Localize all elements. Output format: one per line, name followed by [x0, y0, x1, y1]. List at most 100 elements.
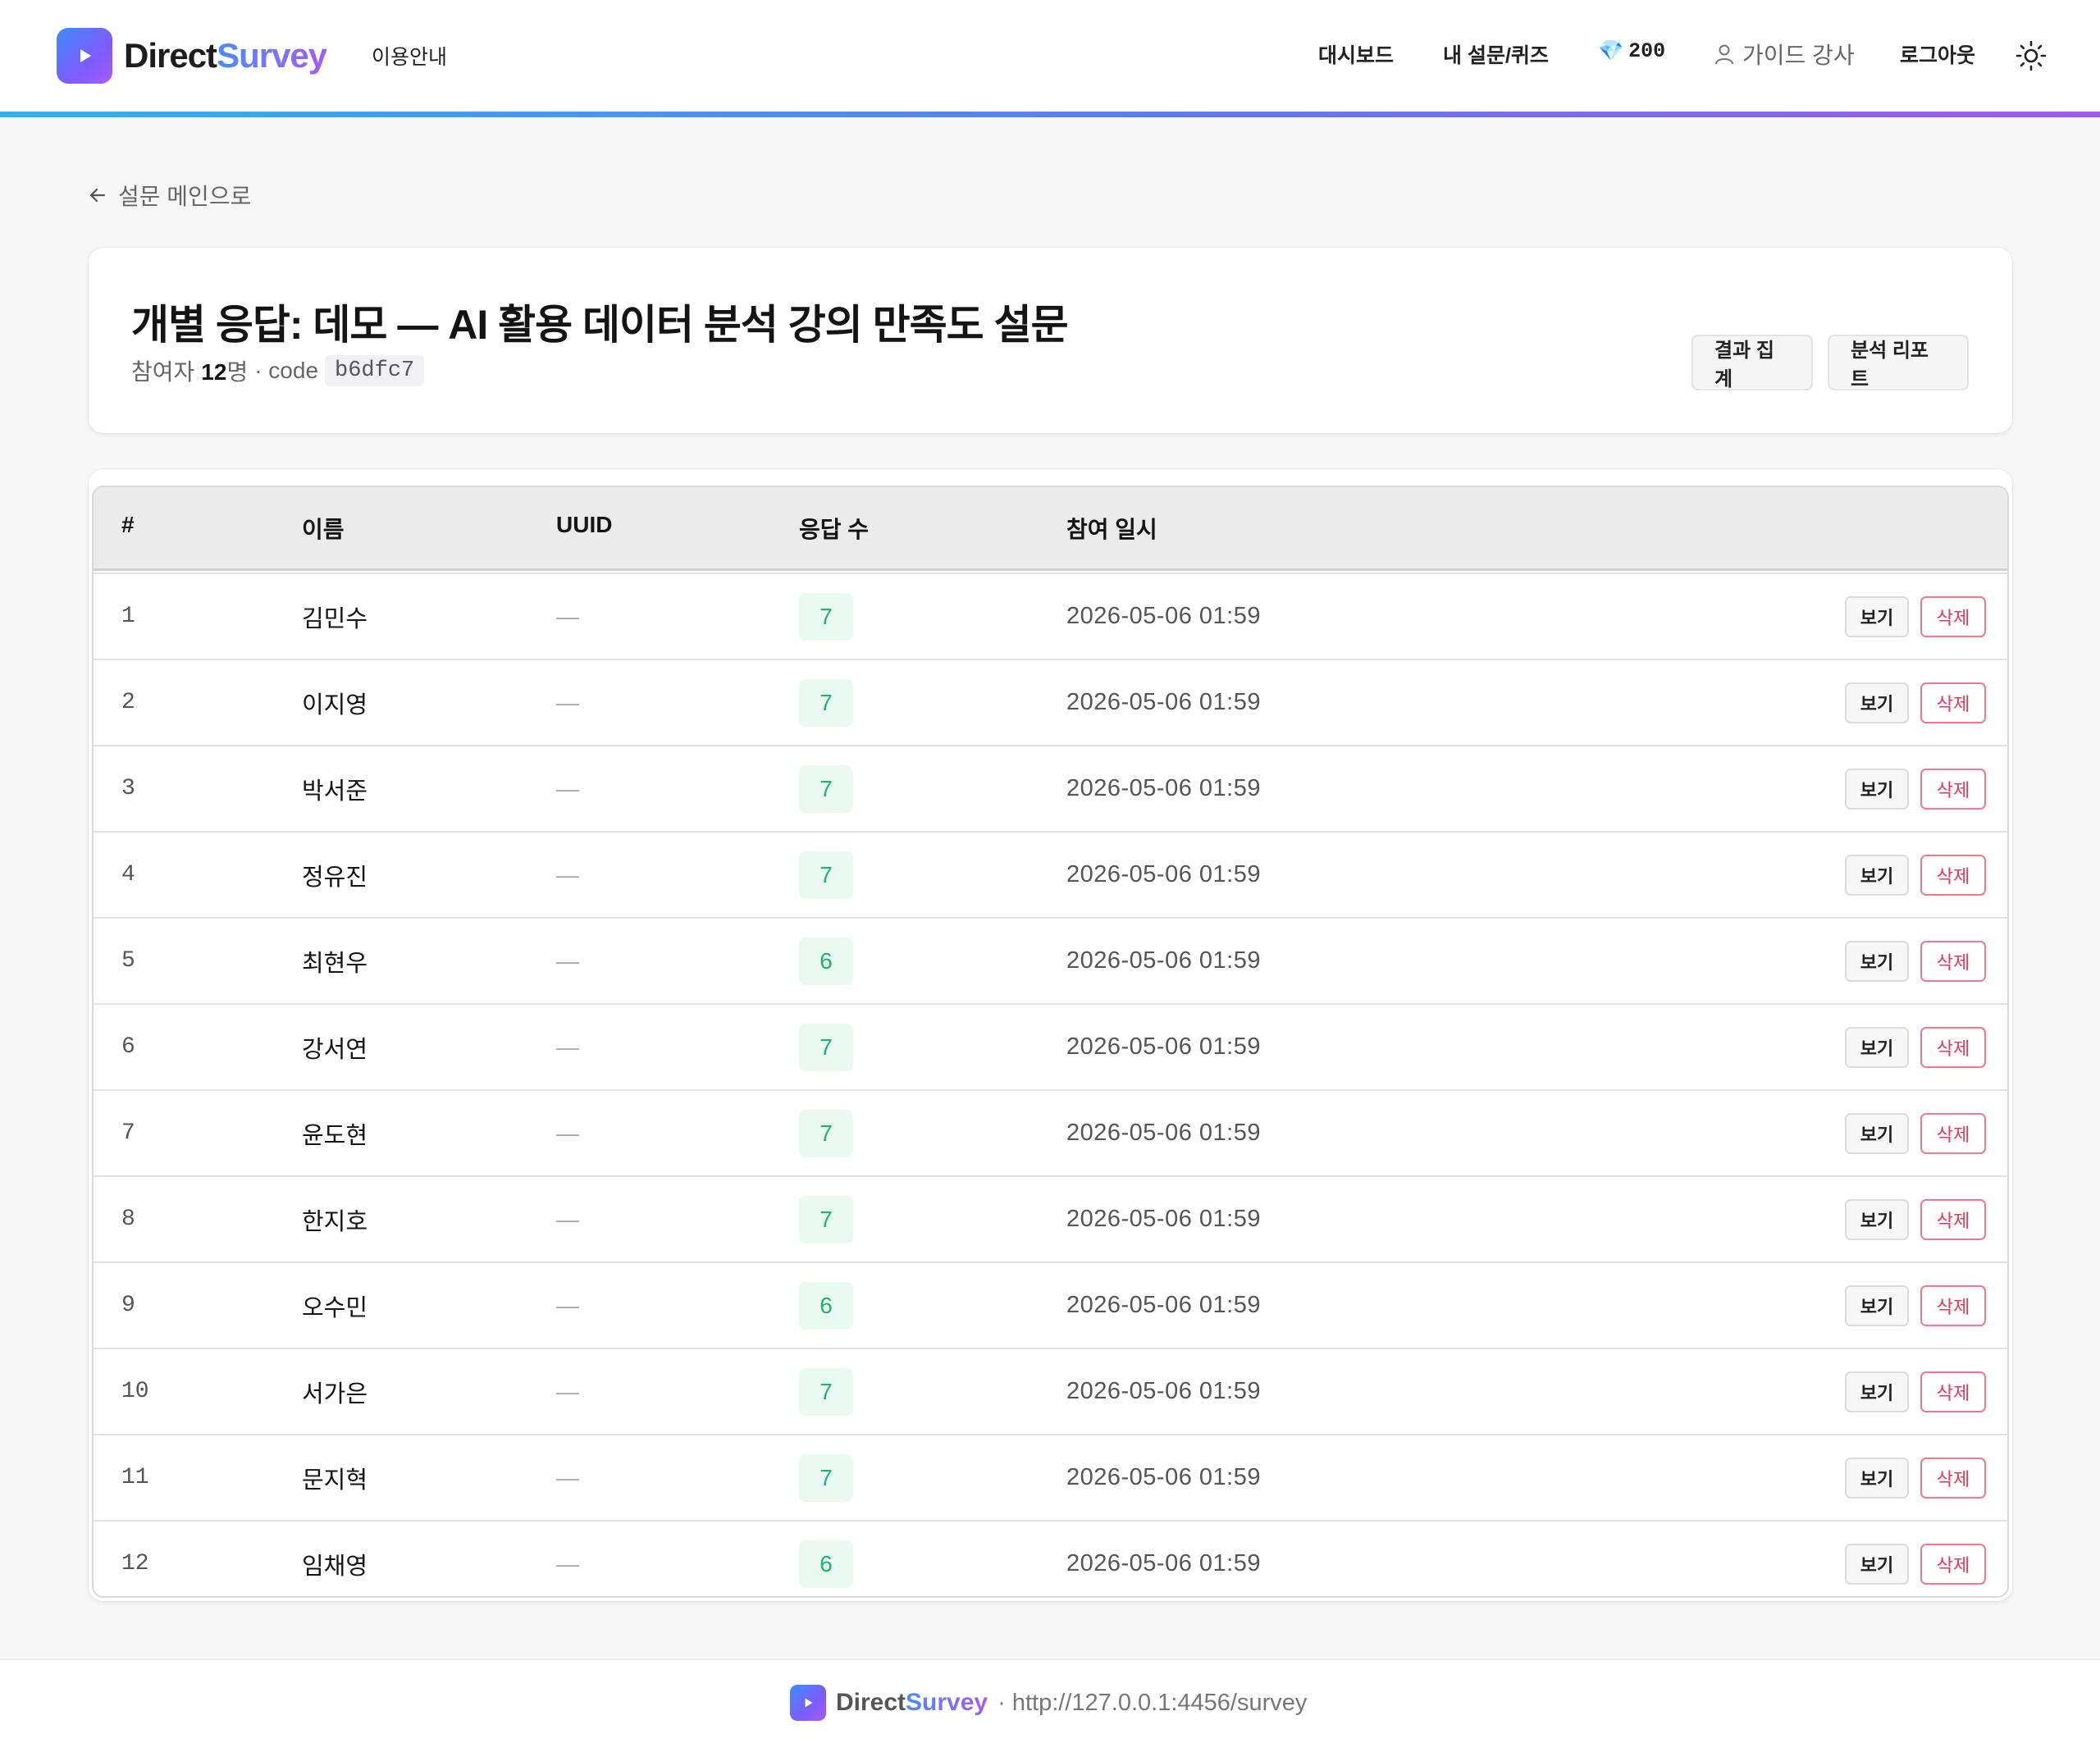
row-actions: 보기 삭제	[1845, 1435, 1986, 1520]
participant-uuid: —	[556, 1550, 579, 1576]
responses-table: # 이름 UUID 응답 수 참여 일시 1 김민수 — 7 2026-05-06 01…	[92, 486, 2009, 1598]
participant-name: 강서연	[302, 1036, 368, 1063]
view-button[interactable]: 보기	[1845, 682, 1909, 723]
survey-code: b6dfc7	[325, 355, 425, 386]
participation-date: 2026-05-06 01:59	[1066, 1206, 1261, 1232]
participant-name: 박서준	[302, 778, 368, 805]
row-number: 3	[121, 776, 135, 801]
footer-url: · http://127.0.0.1:4456/survey	[998, 1689, 1308, 1716]
delete-button[interactable]: 삭제	[1920, 1198, 1986, 1240]
delete-button[interactable]: 삭제	[1920, 1543, 1986, 1585]
response-count-cell: 7	[799, 660, 853, 745]
response-count-badge: 7	[799, 1023, 853, 1071]
table-row: 4 정유진 — 7 2026-05-06 01:59 보기 삭제	[94, 831, 2007, 917]
row-number: 1	[121, 604, 135, 629]
view-button[interactable]: 보기	[1845, 1026, 1909, 1068]
view-button[interactable]: 보기	[1845, 1371, 1909, 1412]
participant-name: 정유진	[302, 864, 368, 891]
footer-content: DirectSurvey · http://127.0.0.1:4456/sur…	[790, 1685, 1307, 1721]
table-row: 3 박서준 — 7 2026-05-06 01:59 보기 삭제	[94, 745, 2007, 831]
table-row: 8 한지호 — 7 2026-05-06 01:59 보기 삭제	[94, 1175, 2007, 1262]
nav-dashboard-link[interactable]: 대시보드	[1318, 39, 1394, 69]
aggregate-results-button[interactable]: 결과 집계	[1691, 335, 1813, 390]
survey-meta: 참여자 12명 · code b6dfc7	[131, 354, 425, 387]
participant-uuid: —	[556, 603, 579, 629]
view-button[interactable]: 보기	[1845, 595, 1909, 637]
participant-name: 오수민	[302, 1294, 368, 1321]
table-row: 5 최현우 — 6 2026-05-06 01:59 보기 삭제	[94, 917, 2007, 1003]
view-button[interactable]: 보기	[1845, 940, 1909, 982]
row-number: 6	[121, 1034, 135, 1060]
response-count-cell: 6	[799, 1522, 853, 1596]
participant-uuid: —	[556, 1120, 579, 1146]
response-count-cell: 6	[799, 919, 853, 1003]
table-row: 7 윤도현 — 7 2026-05-06 01:59 보기 삭제	[94, 1089, 2007, 1175]
table-row: 9 오수민 — 6 2026-05-06 01:59 보기 삭제	[94, 1262, 2007, 1348]
survey-header-card: 개별 응답: 데모 — AI 활용 데이터 분석 강의 만족도 설문 참여자 1…	[89, 248, 2012, 433]
delete-button[interactable]: 삭제	[1920, 940, 1986, 982]
participant-uuid: —	[556, 689, 579, 715]
col-header-num: #	[121, 512, 135, 537]
credits-badge[interactable]: 💎 200	[1598, 39, 1665, 63]
user-menu[interactable]: 가이드 강사	[1714, 38, 1855, 71]
response-count-badge: 7	[799, 1367, 853, 1416]
arrow-left-icon	[89, 188, 106, 203]
header-accent-bar	[0, 112, 2100, 117]
footer-brand: DirectSurvey	[836, 1689, 988, 1716]
delete-button[interactable]: 삭제	[1920, 1112, 1986, 1154]
row-actions: 보기 삭제	[1845, 1091, 1986, 1175]
response-count-badge: 7	[799, 1453, 853, 1502]
table-row: 6 강서연 — 7 2026-05-06 01:59 보기 삭제	[94, 1003, 2007, 1089]
view-button[interactable]: 보기	[1845, 1198, 1909, 1240]
response-count-badge: 7	[799, 1195, 853, 1243]
col-header-response-count: 응답 수	[799, 517, 870, 542]
col-header-date: 참여 일시	[1066, 517, 1157, 542]
participant-uuid: —	[556, 1033, 579, 1060]
participant-uuid: —	[556, 775, 579, 801]
participation-date: 2026-05-06 01:59	[1066, 861, 1261, 887]
delete-button[interactable]: 삭제	[1920, 1457, 1986, 1499]
row-number: 4	[121, 862, 135, 887]
view-button[interactable]: 보기	[1845, 768, 1909, 810]
col-header-uuid: UUID	[556, 512, 613, 537]
delete-button[interactable]: 삭제	[1920, 682, 1986, 723]
row-number: 5	[121, 948, 135, 974]
delete-button[interactable]: 삭제	[1920, 768, 1986, 810]
view-button[interactable]: 보기	[1845, 1284, 1909, 1326]
delete-button[interactable]: 삭제	[1920, 854, 1986, 896]
response-count-cell: 7	[799, 1091, 853, 1175]
col-header-name: 이름	[302, 517, 345, 542]
participant-uuid: —	[556, 947, 579, 974]
participants-unit: 명	[226, 359, 249, 385]
view-button[interactable]: 보기	[1845, 1112, 1909, 1154]
participation-date: 2026-05-06 01:59	[1066, 1292, 1261, 1318]
view-button[interactable]: 보기	[1845, 854, 1909, 896]
response-count-badge: 7	[799, 1109, 853, 1157]
view-button[interactable]: 보기	[1845, 1457, 1909, 1499]
response-count-badge: 7	[799, 592, 853, 641]
analysis-report-button[interactable]: 분석 리포트	[1828, 335, 1969, 390]
brand-logo-link[interactable]: DirectSurvey	[57, 28, 327, 84]
theme-toggle-button[interactable]	[2015, 39, 2048, 72]
row-actions: 보기 삭제	[1845, 1005, 1986, 1089]
participant-name: 최현우	[302, 950, 368, 977]
view-button[interactable]: 보기	[1845, 1543, 1909, 1585]
delete-button[interactable]: 삭제	[1920, 1371, 1986, 1412]
row-actions: 보기 삭제	[1845, 833, 1986, 917]
table-row: 2 이지영 — 7 2026-05-06 01:59 보기 삭제	[94, 659, 2007, 745]
nav-guide-link[interactable]: 이용안내	[372, 41, 447, 71]
nav-my-surveys-link[interactable]: 내 설문/퀴즈	[1443, 39, 1549, 69]
back-to-survey-main-link[interactable]: 설문 메인으로	[89, 179, 251, 212]
page-title: 개별 응답: 데모 — AI 활용 데이터 분석 강의 만족도 설문	[131, 302, 1069, 348]
row-number: 11	[121, 1465, 149, 1490]
logout-link[interactable]: 로그아웃	[1900, 39, 1975, 69]
code-label: · code	[254, 358, 319, 383]
delete-button[interactable]: 삭제	[1920, 1026, 1986, 1068]
participation-date: 2026-05-06 01:59	[1066, 689, 1261, 715]
user-icon	[1715, 44, 1733, 65]
response-count-cell: 7	[799, 574, 853, 659]
participants-label: 참여자	[131, 359, 195, 385]
delete-button[interactable]: 삭제	[1920, 1284, 1986, 1326]
delete-button[interactable]: 삭제	[1920, 595, 1986, 637]
table-row: 10 서가은 — 7 2026-05-06 01:59 보기 삭제	[94, 1348, 2007, 1434]
